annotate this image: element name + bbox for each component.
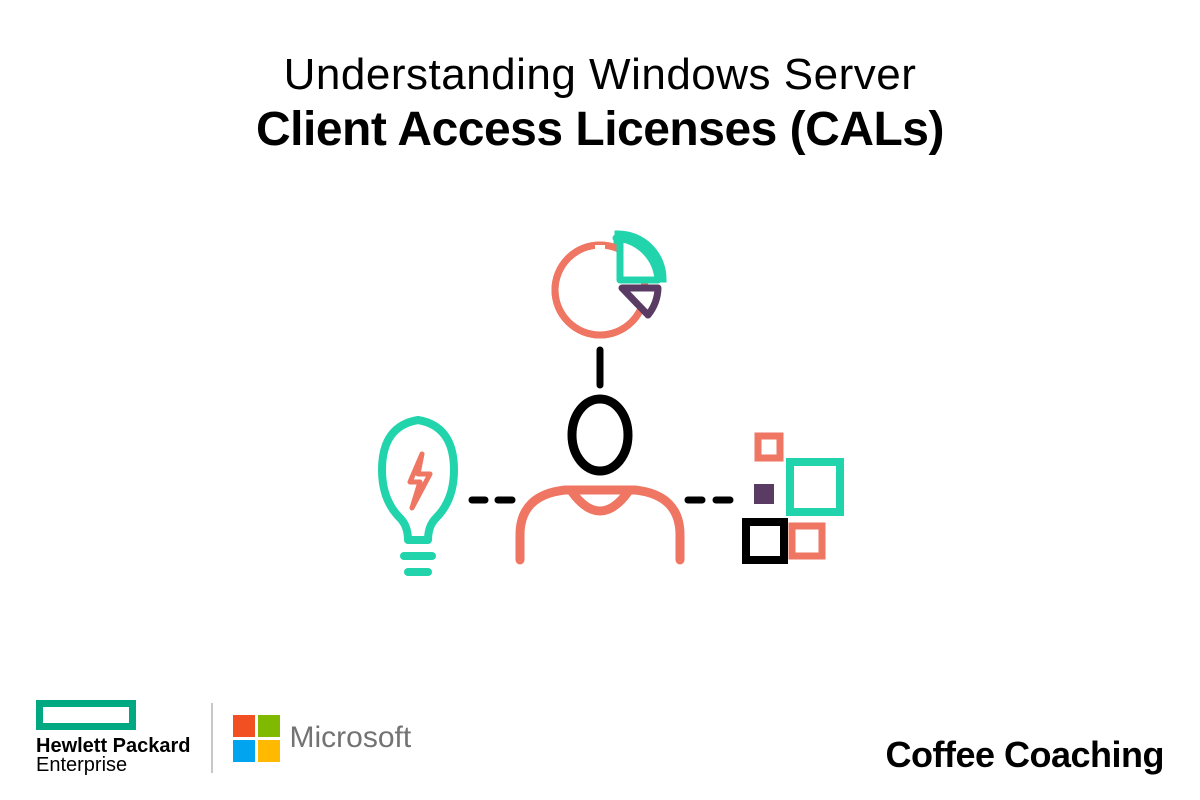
logo-divider (211, 703, 213, 773)
partner-logos: Hewlett Packard Enterprise Microsoft (36, 700, 411, 776)
brand-badge: Coffee Coaching (885, 734, 1164, 776)
hpe-text: Hewlett Packard Enterprise (36, 736, 191, 776)
squares-icon (746, 436, 840, 560)
hpe-line2: Enterprise (36, 755, 191, 776)
lightbulb-icon (382, 420, 454, 572)
microsoft-text: Microsoft (290, 721, 412, 755)
title-line-2: Client Access Licenses (CALs) (0, 102, 1200, 157)
person-icon (520, 399, 680, 560)
title-line-1: Understanding Windows Server (0, 50, 1200, 100)
title-block: Understanding Windows Server Client Acce… (0, 0, 1200, 157)
microsoft-icon (233, 715, 280, 762)
microsoft-logo: Microsoft (233, 715, 412, 762)
hpe-logo: Hewlett Packard Enterprise (36, 700, 191, 776)
pie-chart-icon (555, 234, 663, 335)
hpe-rectangle-icon (36, 700, 136, 730)
footer: Hewlett Packard Enterprise Microsoft Cof… (36, 700, 1164, 776)
illustration (340, 230, 860, 590)
